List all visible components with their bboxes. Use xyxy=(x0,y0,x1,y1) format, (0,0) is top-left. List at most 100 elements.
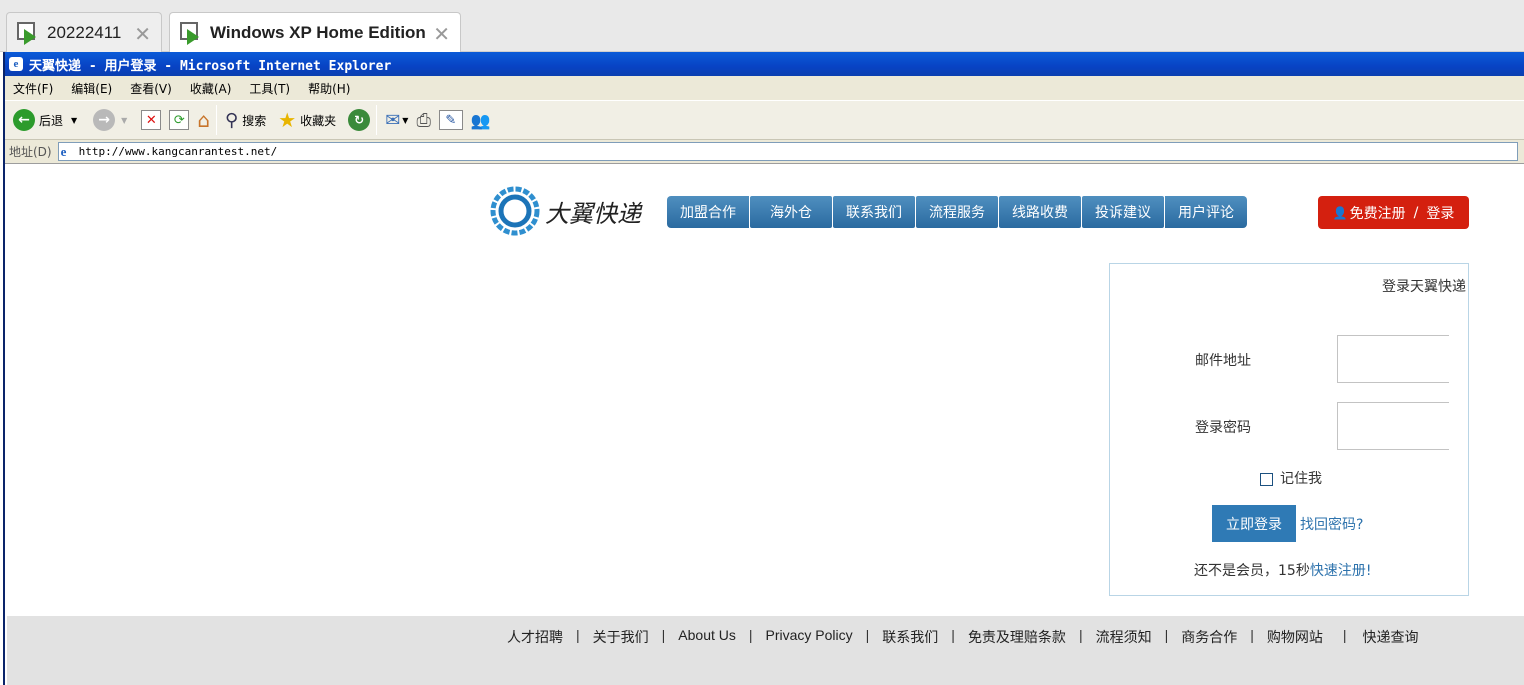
login-submit-button[interactable]: 立即登录 xyxy=(1212,505,1296,542)
footer-separator: | xyxy=(576,627,580,643)
dropdown-arrow-icon[interactable]: ▼ xyxy=(121,116,127,125)
back-button[interactable]: ← 后退 ▼ xyxy=(13,109,77,131)
address-label: 地址(D) xyxy=(9,145,52,159)
footer-link-process-notes[interactable]: 流程须知 xyxy=(1096,627,1152,647)
nav-item-franchise[interactable]: 加盟合作 xyxy=(667,196,749,228)
signup-prompt: 还不是会员，15秒快速注册! xyxy=(1194,560,1371,580)
home-button[interactable]: ⌂ xyxy=(197,108,210,132)
vm-tab-strip: 20222411 ✕ Windows XP Home Edition ✕ xyxy=(0,0,1524,52)
vm-tab-label: 20222411 xyxy=(47,22,122,42)
close-icon[interactable]: ✕ xyxy=(433,22,450,47)
footer-link-shopping[interactable]: 购物网站 xyxy=(1267,627,1323,647)
refresh-button[interactable]: ⟳ xyxy=(169,110,190,130)
refresh-icon: ⟳ xyxy=(169,110,190,130)
vm-icon xyxy=(17,21,39,45)
print-icon: ⎙ xyxy=(416,109,431,131)
footer-separator: | xyxy=(1342,627,1347,643)
history-button[interactable]: ↻ xyxy=(348,109,371,131)
vm-tab-windows-xp[interactable]: Windows XP Home Edition ✕ xyxy=(169,12,461,52)
toolbar-separator xyxy=(216,105,218,135)
login-box-title: 登录天翼快递 xyxy=(1382,279,1466,295)
nav-item-contact[interactable]: 联系我们 xyxy=(833,196,915,228)
star-icon: ★ xyxy=(278,108,297,132)
quick-register-link[interactable]: 快速注册! xyxy=(1310,563,1372,579)
mail-button[interactable]: ✉ ▼ xyxy=(385,110,408,131)
home-icon: ⌂ xyxy=(197,108,211,132)
logo-swirl-icon xyxy=(490,186,540,236)
favorites-button[interactable]: ★ 收藏夹 xyxy=(278,108,336,132)
address-input[interactable]: e http://www.kangcanrantest.net/ xyxy=(57,142,1518,161)
footer-link-business[interactable]: 商务合作 xyxy=(1181,627,1237,647)
search-button[interactable]: ⚲ 搜索 xyxy=(225,110,266,131)
search-icon: ⚲ xyxy=(225,109,239,131)
close-icon[interactable]: ✕ xyxy=(134,22,151,47)
footer-separator: | xyxy=(1250,627,1254,643)
menu-view[interactable]: 查看(V) xyxy=(130,80,172,97)
edit-button[interactable]: ✎ xyxy=(438,110,463,130)
ie-icon: e xyxy=(9,57,23,71)
menu-favorites[interactable]: 收藏(A) xyxy=(190,80,232,97)
register-link[interactable]: 免费注册 xyxy=(1350,203,1406,223)
dropdown-arrow-icon[interactable]: ▼ xyxy=(402,116,408,125)
footer-separator: | xyxy=(661,627,666,643)
login-box: 登录天翼快递 邮件地址 登录密码 记住我 立即登录 找回密码? 还不是会员，15… xyxy=(1109,263,1469,596)
forgot-password-link[interactable]: 找回密码? xyxy=(1300,514,1363,534)
vm-tab-label: Windows XP Home Edition xyxy=(210,22,426,42)
footer-separator: | xyxy=(748,627,753,643)
email-field[interactable] xyxy=(1337,335,1449,383)
menu-file[interactable]: 文件(F) xyxy=(13,80,53,97)
vm-icon xyxy=(180,21,202,45)
footer-link-privacy[interactable]: Privacy Policy xyxy=(766,627,853,647)
user-icon: 👤 xyxy=(1332,205,1348,220)
messenger-button[interactable]: 👥 xyxy=(471,111,491,130)
address-url: http://www.kangcanrantest.net/ xyxy=(78,145,278,158)
favorites-label: 收藏夹 xyxy=(300,113,337,128)
footer-link-about-us[interactable]: About Us xyxy=(678,627,736,647)
menu-bar: 文件(F) 编辑(E) 查看(V) 收藏(A) 工具(T) 帮助(H) xyxy=(5,76,1524,100)
menu-help[interactable]: 帮助(H) xyxy=(308,80,350,97)
nav-item-pricing[interactable]: 线路收费 xyxy=(999,196,1081,228)
ie-window: e 天翼快递 - 用户登录 - Microsoft Internet Explo… xyxy=(3,52,1524,685)
print-button[interactable]: ⎙ xyxy=(416,110,430,131)
footer-separator: | xyxy=(951,627,955,643)
main-nav: 加盟合作 海外仓 联系我们 流程服务 线路收费 投诉建议 用户评论 xyxy=(667,196,1248,228)
toolbar: ← 后退 ▼ → ▼ ✕ ⟳ ⌂ ⚲ 搜索 ★ 收藏夹 ↻ ✉ ▼ ⎙ ✎ 👥 xyxy=(5,100,1524,140)
remember-label[interactable]: 记住我 xyxy=(1280,468,1322,488)
nav-item-reviews[interactable]: 用户评论 xyxy=(1165,196,1247,228)
window-titlebar[interactable]: e 天翼快递 - 用户登录 - Microsoft Internet Explo… xyxy=(5,52,1524,76)
nav-item-complaints[interactable]: 投诉建议 xyxy=(1082,196,1164,228)
screen: 20222411 ✕ Windows XP Home Edition ✕ e 天… xyxy=(0,0,1524,685)
footer-link-tracking[interactable]: 快递查询 xyxy=(1363,627,1419,647)
footer-link-contact[interactable]: 联系我们 xyxy=(882,627,938,647)
password-field[interactable] xyxy=(1337,402,1449,450)
footer-separator: | xyxy=(865,627,870,643)
stop-button[interactable]: ✕ xyxy=(141,110,162,130)
menu-edit[interactable]: 编辑(E) xyxy=(71,80,112,97)
login-link[interactable]: 登录 xyxy=(1426,203,1454,223)
footer-separator: | xyxy=(1164,627,1169,643)
ie-page-icon: e xyxy=(60,143,67,159)
address-bar: 地址(D) e http://www.kangcanrantest.net/ xyxy=(5,140,1524,164)
forward-button[interactable]: → ▼ xyxy=(93,109,127,131)
footer: 人才招聘 | 关于我们 | About Us | Privacy Policy | 联系… xyxy=(7,616,1524,685)
vm-tab-20222411[interactable]: 20222411 ✕ xyxy=(6,12,162,52)
search-label: 搜索 xyxy=(242,113,267,128)
footer-link-disclaimer[interactable]: 免责及理赔条款 xyxy=(968,627,1066,647)
register-login-button: 👤 免费注册 / 登录 xyxy=(1318,196,1469,229)
forward-arrow-icon: → xyxy=(93,109,116,131)
separator: / xyxy=(1413,204,1419,221)
messenger-icon: 👥 xyxy=(470,110,491,130)
menu-tools[interactable]: 工具(T) xyxy=(249,80,290,97)
footer-separator: | xyxy=(1078,627,1083,643)
signup-prefix: 还不是会员，15秒 xyxy=(1194,563,1310,579)
nav-item-process[interactable]: 流程服务 xyxy=(916,196,998,228)
nav-item-overseas-warehouse[interactable]: 海外仓 xyxy=(750,196,832,228)
history-icon: ↻ xyxy=(348,109,371,131)
toolbar-separator xyxy=(376,105,378,135)
dropdown-arrow-icon[interactable]: ▼ xyxy=(71,116,77,125)
remember-checkbox[interactable] xyxy=(1260,473,1273,486)
footer-link-about-cn[interactable]: 关于我们 xyxy=(593,627,649,647)
site-logo[interactable]: 大翼快递 xyxy=(489,185,641,237)
footer-link-careers[interactable]: 人才招聘 xyxy=(507,627,563,647)
back-arrow-icon: ← xyxy=(13,109,35,131)
